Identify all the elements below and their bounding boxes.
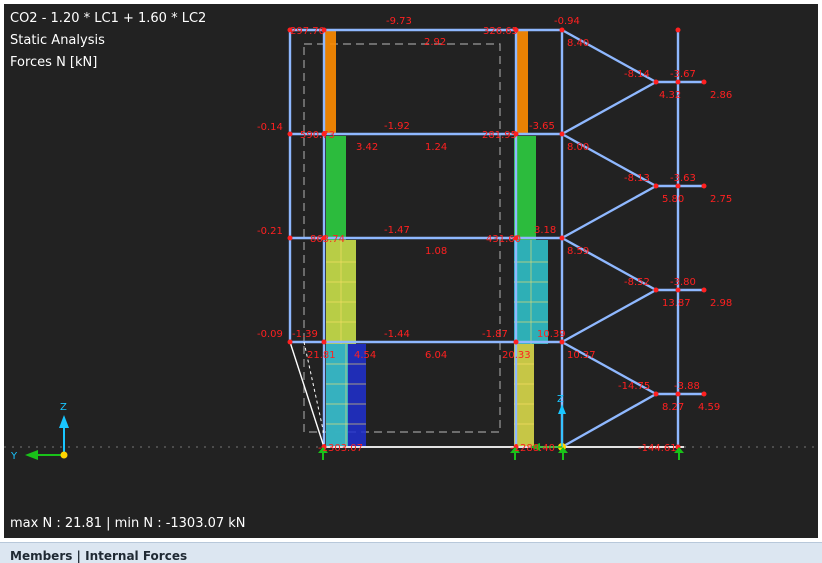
force-value-label: -1.87 bbox=[482, 329, 508, 340]
force-value-label: -0.21 bbox=[257, 226, 283, 237]
force-value-label: -14.75 bbox=[618, 381, 650, 392]
force-value-label: 1.24 bbox=[425, 142, 447, 153]
min-max-summary: max N : 21.81 | min N : -1303.07 kN bbox=[10, 516, 246, 531]
force-value-label: 8.27 bbox=[662, 402, 684, 413]
force-value-label: 8.00 bbox=[567, 142, 589, 153]
model-viewport[interactable]: Z Z Y 297.70 -9.73 2.92 326.65 -0.94 8.4… bbox=[4, 4, 818, 538]
axis-y-label: Y bbox=[10, 451, 18, 462]
force-value-label: -1303.07 bbox=[318, 443, 363, 454]
force-value-label: -1.92 bbox=[384, 121, 410, 132]
force-value-label: 590.73 bbox=[300, 130, 335, 141]
force-value-label: 2.75 bbox=[710, 194, 732, 205]
force-value-label: -8.52 bbox=[624, 277, 650, 288]
force-value-label: -0.09 bbox=[257, 329, 283, 340]
force-value-label: -8.13 bbox=[624, 173, 650, 184]
force-value-label: 3.42 bbox=[356, 142, 378, 153]
force-value-label: -3.67 bbox=[670, 69, 696, 80]
force-value-label: 6.04 bbox=[425, 350, 447, 361]
force-value-label: 2.98 bbox=[710, 298, 732, 309]
force-value-label: 297.70 bbox=[290, 26, 325, 37]
result-type-label: Forces N [kN] bbox=[10, 55, 98, 70]
panel-title: Members | Internal Forces bbox=[10, 549, 188, 563]
model-canvas[interactable]: Z Z Y 297.70 -9.73 2.92 326.65 -0.94 8.4… bbox=[4, 4, 818, 538]
force-value-label: -3.65 bbox=[529, 121, 555, 132]
force-value-label: -0.94 bbox=[554, 16, 580, 27]
force-value-label: -0.14 bbox=[257, 122, 283, 133]
force-value-label: 10.37 bbox=[567, 350, 596, 361]
force-value-label: -1288.40 bbox=[510, 443, 555, 454]
force-value-label: 20.33 bbox=[502, 350, 531, 361]
force-value-label: 3.18 bbox=[534, 225, 556, 236]
support-icons bbox=[318, 447, 684, 460]
svg-text:Z: Z bbox=[557, 394, 564, 405]
force-value-label: 4.32 bbox=[659, 90, 681, 101]
force-value-label: 21.81 bbox=[307, 350, 336, 361]
force-value-label: 1.08 bbox=[425, 246, 447, 257]
force-value-label: 8.59 bbox=[567, 246, 589, 257]
force-value-label: 281.95 bbox=[482, 130, 517, 141]
force-value-label: -144.61 bbox=[638, 443, 677, 454]
force-value-label: -1.44 bbox=[384, 329, 410, 340]
force-value-label: 326.65 bbox=[483, 26, 518, 37]
load-combination-title: CO2 - 1.20 * LC1 + 1.60 * LC2 bbox=[10, 11, 207, 26]
force-value-label: 10.39 bbox=[537, 329, 566, 340]
force-value-label: 431.60 bbox=[486, 234, 521, 245]
force-value-label: 8.40 bbox=[567, 38, 589, 49]
force-value-label: -1.47 bbox=[384, 225, 410, 236]
force-value-label: -3.88 bbox=[674, 381, 700, 392]
analysis-type-label: Static Analysis bbox=[10, 33, 105, 48]
force-value-label: -9.73 bbox=[386, 16, 412, 27]
axis-z-label: Z bbox=[60, 402, 67, 413]
force-value-label: -3.63 bbox=[670, 173, 696, 184]
force-value-label: -8.14 bbox=[624, 69, 650, 80]
force-value-label: 5.80 bbox=[662, 194, 684, 205]
force-value-label: -3.80 bbox=[670, 277, 696, 288]
force-value-label: 4.59 bbox=[698, 402, 720, 413]
global-axis-icon[interactable]: Z Y bbox=[10, 402, 69, 462]
force-value-label: 13.87 bbox=[662, 298, 691, 309]
force-value-label: 2.92 bbox=[424, 37, 446, 48]
force-value-label: 4.54 bbox=[354, 350, 376, 361]
force-value-label: 863.74 bbox=[310, 234, 345, 245]
members-panel-header[interactable]: Members | Internal Forces bbox=[0, 542, 822, 563]
force-value-label: 2.86 bbox=[710, 90, 732, 101]
force-value-label: -1.39 bbox=[292, 329, 318, 340]
